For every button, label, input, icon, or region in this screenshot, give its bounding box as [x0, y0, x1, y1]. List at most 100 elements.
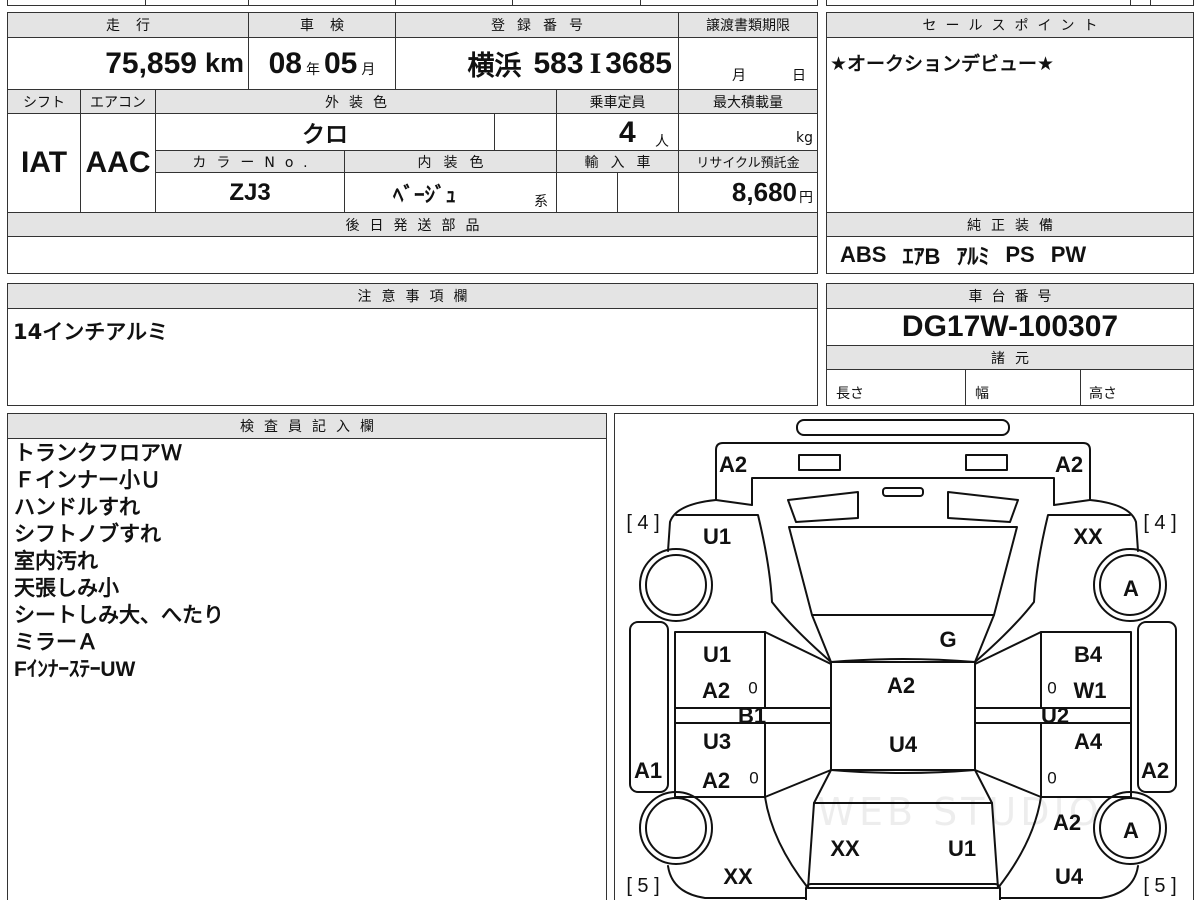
aircon-header: エアコン: [80, 89, 156, 114]
mark-front-apron-left: A2: [718, 452, 748, 477]
equipment-airbag: ｴｱB: [902, 244, 941, 269]
chassis-value-cell: DG17W-100307: [826, 308, 1194, 346]
exterior-color-header: 外装色: [155, 89, 557, 114]
aircon-value-cell: AAC: [80, 113, 156, 213]
mark-rear-right-tire-bracket: [ 5 ]: [1143, 875, 1177, 897]
mark-left-rear-door-lower: A2: [701, 768, 731, 793]
mark-left-rear-quarter: XX: [723, 864, 753, 889]
transfer-deadline-label: 譲渡書類期限: [706, 18, 790, 34]
mark-rear-right-wheel: A: [1123, 818, 1139, 843]
specs-length-cell: 長さ: [826, 369, 966, 406]
mark-roof-front: A2: [886, 673, 916, 698]
mark-front-left-tire-bracket: [ 4 ]: [626, 512, 660, 534]
seating-capacity-header: 乗車定員: [556, 89, 679, 114]
cowl-panel: [811, 614, 995, 663]
shift-label: シフト: [23, 94, 65, 111]
inspector-line: 天張しみ小: [14, 576, 119, 600]
mark-tailgate-right: U1: [947, 836, 977, 861]
max-load-value-cell: kg: [678, 113, 818, 151]
mark-right-front-door-lower: W1: [1073, 678, 1107, 703]
top-strip-divider: [640, 0, 818, 6]
notes-body: 14インチアルミ: [7, 308, 818, 406]
aircon-value: AAC: [85, 146, 151, 179]
inspector-line: Ｆインナー小Ｕ: [14, 468, 161, 492]
seating-capacity-unit: 人: [655, 134, 669, 150]
specs-label: 諸元: [991, 350, 1039, 367]
shift-header: シフト: [7, 89, 81, 114]
mark-left-front-handle: 0: [748, 678, 758, 698]
notes-label: 注意事項欄: [357, 289, 478, 305]
mark-front-left-fender: U1: [702, 524, 732, 549]
transfer-deadline-day-unit: 日: [792, 68, 806, 84]
max-load-unit: kg: [796, 130, 813, 146]
shift-value: IAT: [20, 146, 68, 179]
mark-roof-rear: U4: [888, 732, 918, 757]
mark-right-rear-handle: 0: [1047, 768, 1057, 788]
sales-point-text: ★オークションデビュー★: [830, 53, 1055, 75]
sales-point-header: セールスポイント: [826, 12, 1194, 38]
recycle-deposit-label: リサイクル預託金: [696, 156, 800, 171]
top-strip-divider: [1130, 0, 1151, 6]
mark-left-front-door-upper: U1: [702, 642, 732, 667]
mark-right-front-handle: 0: [1047, 678, 1057, 698]
equipment-abs: ABS: [840, 242, 887, 267]
inspector-line: 室内汚れ: [14, 549, 98, 573]
mark-left-rear-door-upper: U3: [702, 729, 732, 754]
registration-value-cell: 横浜 583 I 3685: [395, 37, 679, 90]
inspection-header: 車検: [248, 12, 396, 38]
top-strip-divider: [395, 0, 513, 6]
recycle-deposit-unit: 円: [799, 189, 813, 206]
mark-right-rear-quarter: A2: [1052, 810, 1082, 835]
inspector-line: ミラーＡ: [14, 630, 98, 654]
later-shipping-parts-value-cell: [7, 236, 818, 274]
seating-capacity-value-cell: 4 人: [556, 113, 679, 151]
transfer-deadline-value-cell: 月 日: [678, 37, 818, 90]
recycle-deposit-header: リサイクル預託金: [678, 150, 818, 173]
seating-capacity-value: 4: [619, 116, 636, 149]
standard-equipment-body: ABS ｴｱB ｱﾙﾐ PS PW: [826, 236, 1194, 274]
exterior-color-label: 外装色: [325, 94, 397, 111]
mark-left-b-pillar: B1: [737, 703, 767, 728]
mileage-label: 走行: [106, 18, 166, 34]
specs-height-cell: 高さ: [1080, 369, 1194, 406]
registration-kana: I: [589, 46, 602, 80]
inspection-month: 05: [324, 46, 358, 80]
equipment-power-windows: PW: [1050, 242, 1087, 267]
inspection-month-unit: 月: [361, 61, 376, 78]
inspector-line: シフトノブすれ: [14, 522, 161, 546]
chassis-header: 車台番号: [826, 283, 1194, 309]
inspector-header: 検査員記入欄: [7, 413, 607, 439]
inspection-label: 車検: [300, 18, 360, 34]
mark-left-rear-handle: 0: [749, 768, 759, 788]
inspector-line: トランクフロアＷ: [14, 441, 182, 465]
later-shipping-parts-header: 後日発送部品: [7, 212, 818, 237]
max-load-header: 最大積載量: [678, 89, 818, 114]
sales-point-label: セールスポイント: [922, 18, 1107, 34]
inspector-line: シートしみ大、へたり: [14, 603, 224, 627]
equipment-power-steering: PS: [1005, 242, 1035, 267]
mileage-value: 75,859: [105, 46, 197, 80]
specs-height-label: 高さ: [1089, 386, 1117, 402]
inspection-year: 08: [268, 46, 302, 80]
inspector-line: FｲﾝﾅｰｽﾃｰUW: [14, 658, 136, 681]
hood-line: [751, 477, 1055, 506]
seating-capacity-label: 乗車定員: [589, 94, 646, 111]
cowl-bar: [882, 487, 924, 497]
exterior-color-value-cell: クロ: [155, 113, 495, 151]
mark-front-apron-right: A2: [1054, 452, 1084, 477]
mark-windshield: G: [939, 627, 957, 652]
standard-equipment-header: 純正装備: [826, 212, 1194, 237]
windshield: [788, 526, 1018, 616]
exterior-color-extra-cell: [494, 113, 557, 151]
registration-label: 登録番号: [491, 18, 595, 34]
inspector-label: 検査員記入欄: [240, 419, 384, 435]
later-shipping-parts-label: 後日発送部品: [345, 217, 490, 234]
inspection-year-unit: 年: [306, 61, 320, 78]
mark-right-rear-door-upper: A4: [1073, 729, 1103, 754]
imported-label: 輸入車: [584, 154, 663, 171]
specs-width-label: 幅: [975, 386, 989, 402]
color-no-header: カラーNo.: [155, 150, 345, 173]
front-bumper: [796, 419, 1010, 436]
mileage-value-cell: 75,859 km: [7, 37, 249, 90]
aircon-label: エアコン: [90, 94, 146, 111]
